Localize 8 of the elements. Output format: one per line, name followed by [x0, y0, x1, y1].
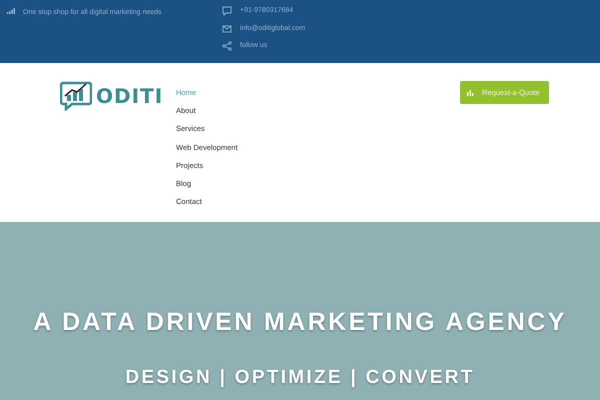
logo[interactable]: ODITI [60, 81, 176, 111]
signal-bars-icon [7, 8, 15, 14]
bar-chart-icon [467, 89, 474, 96]
hero-subheadline: DESIGN | OPTIMIZE | CONVERT [124, 366, 476, 390]
hero-headline: A DATA DRIVEN MARKETING AGENCY [32, 307, 568, 338]
speech-bubble-icon [222, 6, 232, 16]
share-icon [222, 41, 232, 52]
envelope-icon [222, 24, 232, 34]
